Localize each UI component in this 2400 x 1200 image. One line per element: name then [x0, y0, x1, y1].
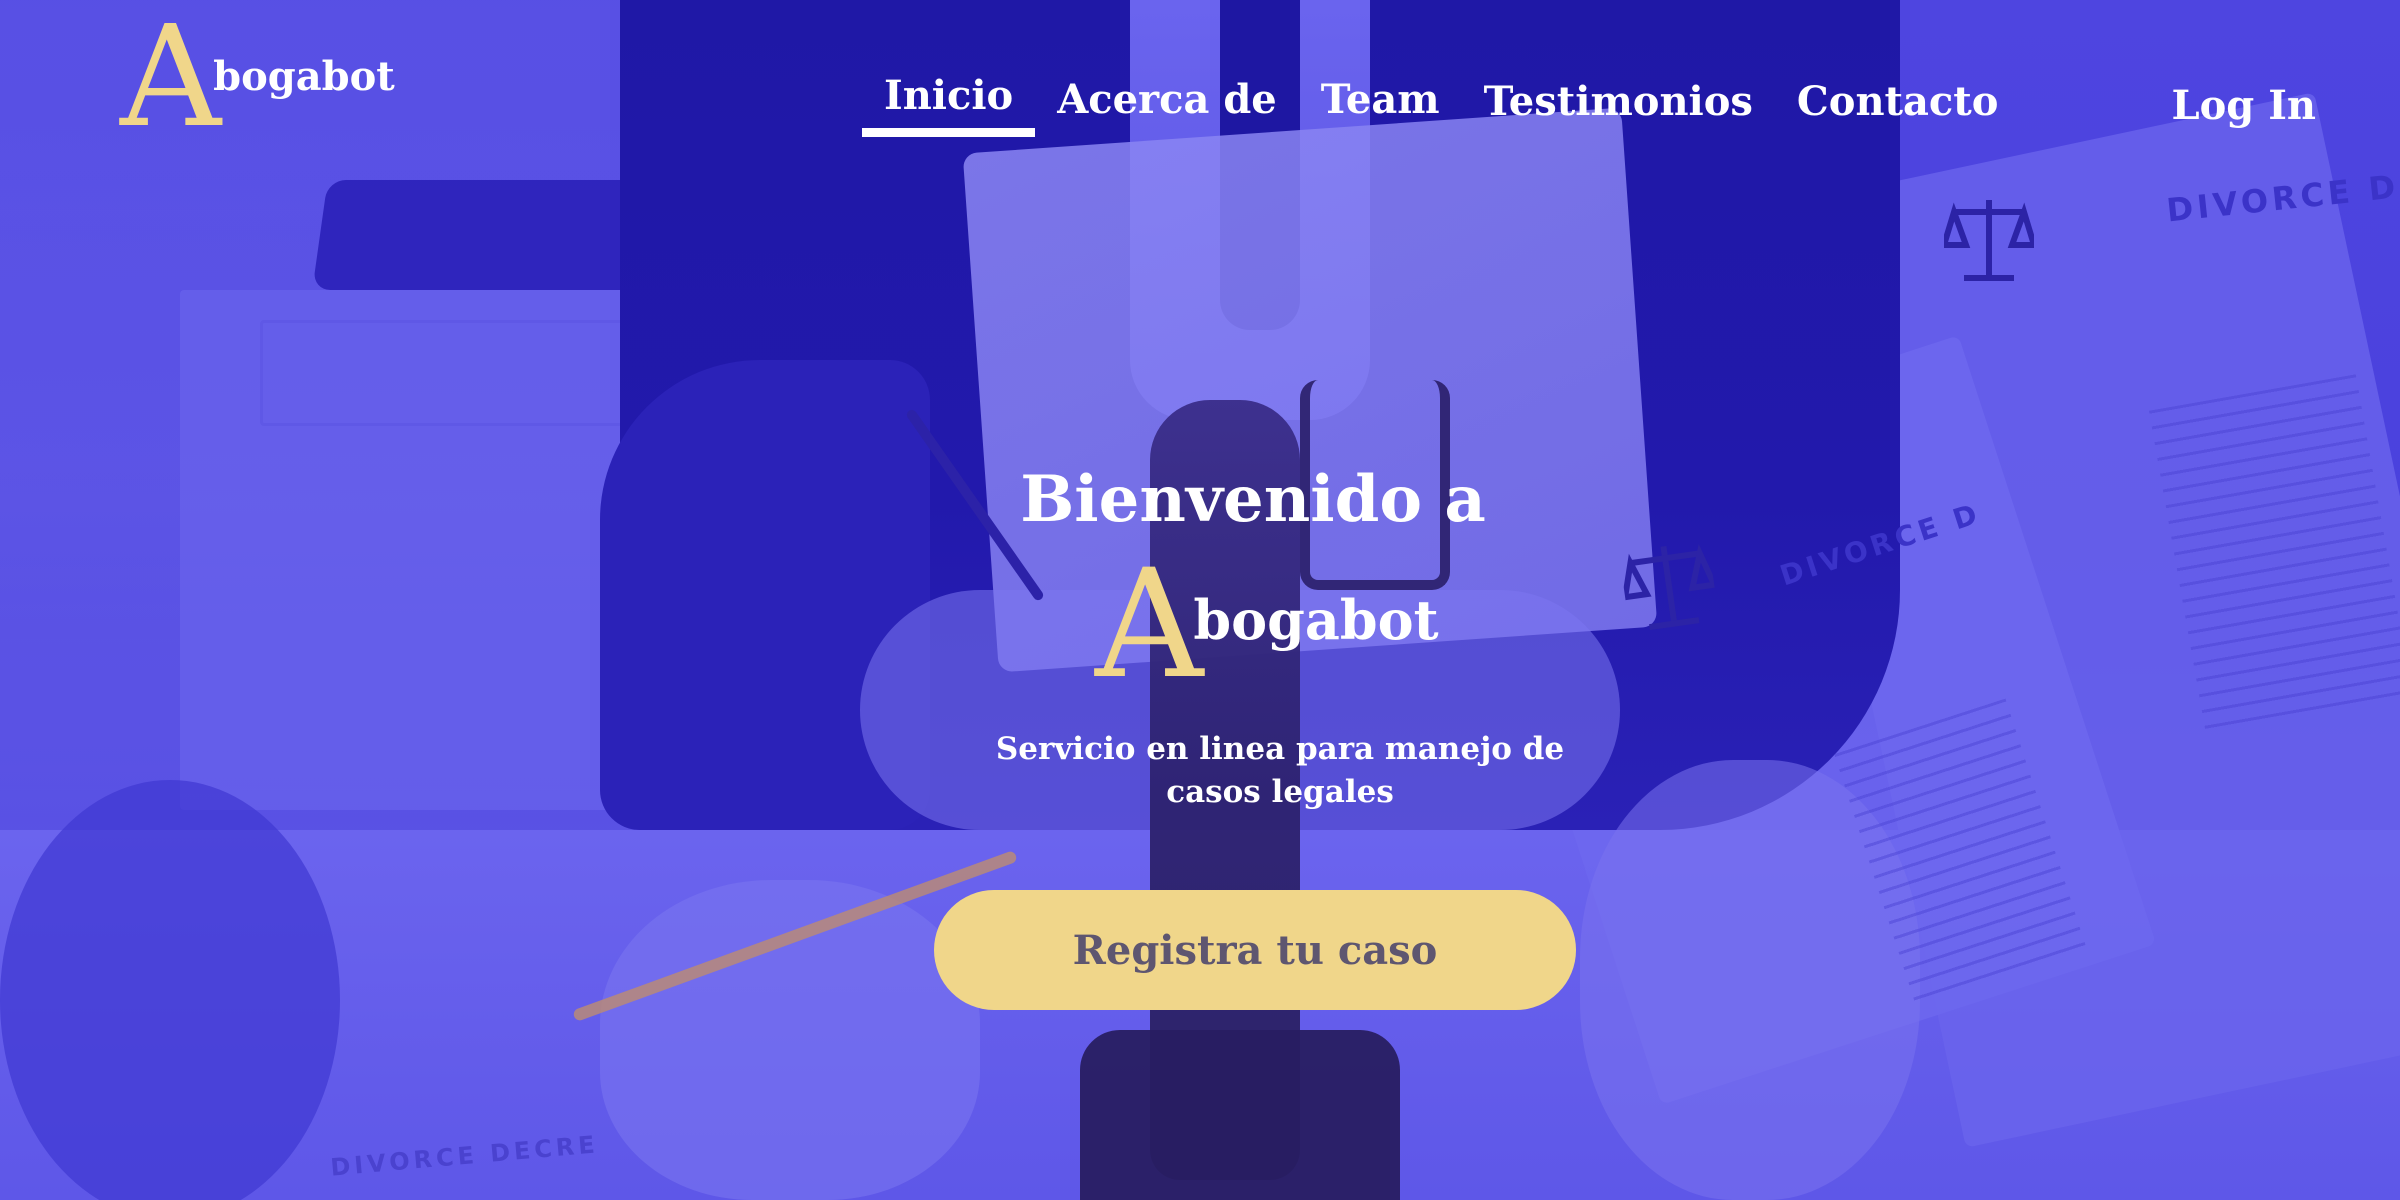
client-hand-left: [0, 780, 340, 1200]
office-cabinet: [180, 290, 650, 810]
lawyer-arm: [600, 360, 930, 830]
register-case-button[interactable]: Registra tu caso: [934, 890, 1576, 1010]
client-hand-writing: [600, 880, 980, 1200]
lawyer-tie: [1220, 0, 1300, 330]
logo-wordmark: bogabot: [213, 53, 395, 100]
nav-item-team[interactable]: Team: [1299, 76, 1462, 141]
nav-item-acerca-de[interactable]: Acerca de: [1035, 76, 1299, 141]
office-plant: [640, 40, 730, 140]
document-middle: [1463, 335, 2157, 1105]
nav-item-contacto[interactable]: Contacto: [1775, 78, 2021, 143]
document-heading: DIVORCE DE: [2164, 164, 2400, 230]
justice-statue-base: [1080, 1030, 1400, 1200]
nav-item-inicio[interactable]: Inicio: [862, 72, 1036, 137]
hero-logo-wordmark: bogabot: [1193, 588, 1439, 652]
hero-title: Bienvenido a: [1020, 462, 1486, 537]
brand-logo[interactable]: A bogabot: [120, 0, 395, 159]
nav-item-testimonios[interactable]: Testimonios: [1462, 78, 1775, 143]
login-link[interactable]: Log In: [2172, 82, 2317, 129]
main-nav: Inicio Acerca de Team Testimonios Contac…: [862, 72, 2020, 143]
scales-icon: [1939, 190, 2039, 290]
client-hand-right: [1580, 760, 1920, 1200]
hero-subtitle: Servicio en linea para manejo de casos l…: [995, 731, 1565, 810]
document-right: [1766, 92, 2400, 1148]
logo-initial: A: [120, 0, 222, 159]
hero-logo-initial: A: [1095, 538, 1204, 712]
document-text-lines: [1834, 698, 2086, 1002]
office-monitor: [312, 180, 768, 290]
landing-page: DIVORCE DE DIVORCE D DIVORCE DECRE A bog…: [0, 0, 2400, 1200]
document-text-lines: [2148, 374, 2400, 736]
desk-surface: [0, 830, 2400, 1200]
hero-logo: A bogabot: [1095, 538, 1439, 712]
document-heading: DIVORCE DECRE: [329, 1130, 600, 1182]
lawyer-shirt: [1130, 0, 1370, 420]
scales-icon: [1617, 530, 1720, 642]
cabinet-drawer: [260, 320, 656, 426]
